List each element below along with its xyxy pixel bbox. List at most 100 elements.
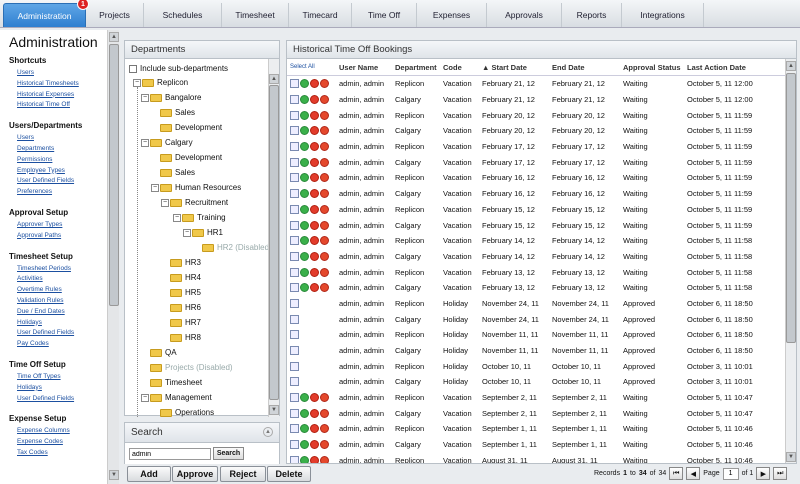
- tree-node[interactable]: HR8: [161, 330, 201, 345]
- table-row[interactable]: admin, admin Calgary Holiday October 10, 11…: [287, 374, 787, 390]
- tree-node[interactable]: HR2 (Disabled): [193, 240, 268, 255]
- scroll-down-icon[interactable]: ▼: [269, 405, 279, 415]
- view-details-icon[interactable]: [290, 408, 299, 418]
- sidebar-link[interactable]: Historical Expenses: [9, 90, 107, 101]
- table-row[interactable]: admin, admin Replicon Vacation February 14,…: [287, 233, 787, 249]
- sidebar-link[interactable]: Activities: [9, 274, 107, 285]
- sidebar-link[interactable]: Time Off Types: [9, 372, 107, 383]
- sidebar-link[interactable]: User Defined Fields: [9, 394, 107, 405]
- reject-icon[interactable]: [320, 267, 329, 277]
- scroll-down-icon[interactable]: ▼: [109, 470, 119, 480]
- column-header[interactable]: Code: [443, 63, 482, 72]
- approve-icon[interactable]: [300, 236, 309, 246]
- tree-scrollbar[interactable]: ▲ ▼: [268, 59, 279, 417]
- tree-node[interactable]: Sales: [151, 105, 195, 120]
- view-details-icon[interactable]: [290, 157, 299, 167]
- next-page-icon[interactable]: ▶: [756, 467, 771, 480]
- sidebar-link[interactable]: Preferences: [9, 187, 107, 198]
- sidebar-link[interactable]: Due / End Dates: [9, 307, 107, 318]
- column-header[interactable]: ▲ Start Date: [482, 63, 552, 72]
- include-checkbox[interactable]: [129, 64, 137, 73]
- tree-node[interactable]: − Management: [141, 390, 212, 405]
- tab-approvals[interactable]: Approvals: [487, 3, 562, 27]
- reject-icon[interactable]: [320, 408, 329, 418]
- reject-icon[interactable]: [320, 157, 329, 167]
- table-row[interactable]: admin, admin Replicon Vacation February 17,…: [287, 139, 787, 155]
- tree-node[interactable]: Development: [151, 150, 222, 165]
- scroll-thumb[interactable]: [786, 73, 796, 343]
- reject-icon[interactable]: [320, 283, 329, 293]
- view-details-icon[interactable]: [290, 142, 299, 152]
- reject-icon[interactable]: [320, 251, 329, 261]
- view-details-icon[interactable]: [290, 173, 299, 183]
- sidebar-scrollbar[interactable]: ▲ ▼: [107, 30, 119, 484]
- view-details-icon[interactable]: [290, 298, 299, 308]
- scroll-up-icon[interactable]: ▲: [109, 32, 119, 42]
- sidebar-link[interactable]: Employee Types: [9, 166, 107, 177]
- table-row[interactable]: admin, admin Replicon Vacation February 16,…: [287, 170, 787, 186]
- expand-toggle-icon[interactable]: −: [141, 138, 149, 147]
- sidebar-link[interactable]: Departments: [9, 144, 107, 155]
- table-row[interactable]: admin, admin Replicon Vacation August 31, 1…: [287, 453, 787, 463]
- reject-icon[interactable]: [320, 189, 329, 199]
- table-row[interactable]: admin, admin Replicon Vacation September 2,…: [287, 390, 787, 406]
- table-row[interactable]: admin, admin Calgary Vacation February 17, …: [287, 154, 787, 170]
- tree-node[interactable]: Operations: [151, 405, 214, 417]
- tree-node[interactable]: HR5: [161, 285, 201, 300]
- table-row[interactable]: admin, admin Replicon Vacation February 21,…: [287, 76, 787, 92]
- reject-icon[interactable]: [320, 220, 329, 230]
- table-row[interactable]: admin, admin Calgary Vacation February 14, …: [287, 249, 787, 265]
- sidebar-link[interactable]: Expense Columns: [9, 426, 107, 437]
- view-details-icon[interactable]: [290, 393, 299, 403]
- prev-page-icon[interactable]: ◀: [686, 467, 701, 480]
- select-all-link[interactable]: Select All: [287, 64, 339, 70]
- reject-button[interactable]: Reject: [220, 466, 266, 482]
- reject-icon[interactable]: [320, 455, 329, 463]
- approve-icon[interactable]: [300, 393, 309, 403]
- expand-toggle-icon[interactable]: −: [173, 213, 181, 222]
- approve-icon[interactable]: [300, 110, 309, 120]
- sidebar-link[interactable]: Timesheet Periods: [9, 264, 107, 275]
- view-details-icon[interactable]: [290, 377, 299, 387]
- table-row[interactable]: admin, admin Calgary Vacation February 13, …: [287, 280, 787, 296]
- view-details-icon[interactable]: [290, 346, 299, 356]
- view-details-icon[interactable]: [290, 314, 299, 324]
- view-details-icon[interactable]: [290, 455, 299, 463]
- approve-icon[interactable]: [300, 95, 309, 105]
- sidebar-link[interactable]: User Defined Fields: [9, 328, 107, 339]
- grid-scrollbar[interactable]: ▲ ▼: [785, 59, 796, 463]
- tab-reports[interactable]: Reports: [562, 3, 622, 27]
- sidebar-link[interactable]: Historical Time Off: [9, 100, 107, 111]
- tab-expenses[interactable]: Expenses: [417, 3, 487, 27]
- reject-icon[interactable]: [320, 424, 329, 434]
- tree-node[interactable]: − HR1: [183, 225, 223, 240]
- tree-node[interactable]: − Training: [173, 210, 226, 225]
- table-row[interactable]: admin, admin Calgary Vacation February 20, …: [287, 123, 787, 139]
- page-input[interactable]: [722, 467, 739, 480]
- view-details-icon[interactable]: [290, 361, 299, 371]
- view-details-icon[interactable]: [290, 95, 299, 105]
- sidebar-link[interactable]: Users: [9, 68, 107, 79]
- column-header[interactable]: End Date: [552, 63, 623, 72]
- expand-toggle-icon[interactable]: −: [141, 93, 149, 102]
- expand-toggle-icon[interactable]: −: [151, 183, 159, 192]
- table-row[interactable]: admin, admin Replicon Vacation September 1,…: [287, 421, 787, 437]
- reject-icon[interactable]: [320, 142, 329, 152]
- approve-icon[interactable]: [300, 157, 309, 167]
- tab-schedules[interactable]: Schedules: [144, 3, 222, 27]
- table-row[interactable]: admin, admin Calgary Holiday November 11, 1…: [287, 343, 787, 359]
- tab-timesheet[interactable]: Timesheet: [222, 3, 289, 27]
- reject-icon[interactable]: [320, 79, 329, 89]
- tree-node[interactable]: QA: [141, 345, 177, 360]
- tab-administration[interactable]: Administration 1: [3, 0, 89, 27]
- table-row[interactable]: admin, admin Calgary Vacation September 1, …: [287, 437, 787, 453]
- sidebar-link[interactable]: Permissions: [9, 155, 107, 166]
- view-details-icon[interactable]: [290, 424, 299, 434]
- tree-node[interactable]: Timesheet: [141, 375, 202, 390]
- expand-toggle-icon[interactable]: −: [133, 78, 141, 87]
- sort-asc-icon[interactable]: ▲: [482, 63, 492, 72]
- approve-icon[interactable]: [300, 267, 309, 277]
- reject-icon[interactable]: [320, 236, 329, 246]
- view-details-icon[interactable]: [290, 236, 299, 246]
- view-details-icon[interactable]: [290, 330, 299, 340]
